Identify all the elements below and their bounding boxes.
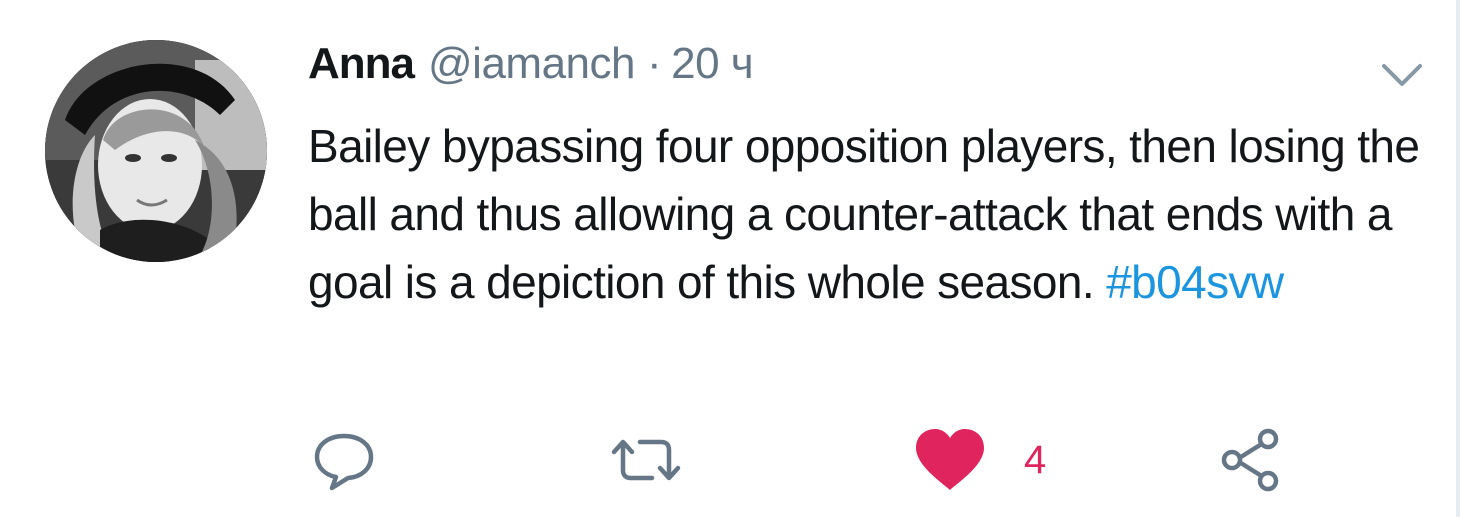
share-button[interactable] <box>1218 425 1286 495</box>
like-count: 4 <box>1024 437 1047 482</box>
tweet-menu-button[interactable] <box>1380 58 1424 90</box>
author-name[interactable]: Anna <box>308 36 415 92</box>
tweet-text: Bailey bypassing four opposition players… <box>308 112 1438 316</box>
separator-dot: · <box>646 39 662 88</box>
avatar-photo <box>45 40 267 262</box>
retweet-icon <box>611 439 681 481</box>
heart-icon <box>916 429 984 490</box>
scroll-edge <box>1456 0 1460 517</box>
reply-button[interactable] <box>312 425 376 495</box>
reply-icon <box>314 433 374 491</box>
chevron-down-icon <box>1382 64 1422 86</box>
hashtag-link[interactable]: #b04svw <box>1106 256 1284 308</box>
tweet-header: Anna @iamanch · 20 ч <box>308 36 754 92</box>
retweet-button[interactable] <box>606 425 686 495</box>
like-button[interactable]: 4 <box>914 425 1046 495</box>
tweet-card[interactable]: Anna @iamanch · 20 ч Bailey bypassing fo… <box>0 0 1460 517</box>
author-handle[interactable]: @iamanch <box>428 36 635 92</box>
share-icon <box>1221 428 1279 492</box>
timestamp[interactable]: 20 ч <box>671 36 754 92</box>
avatar[interactable] <box>45 40 267 262</box>
